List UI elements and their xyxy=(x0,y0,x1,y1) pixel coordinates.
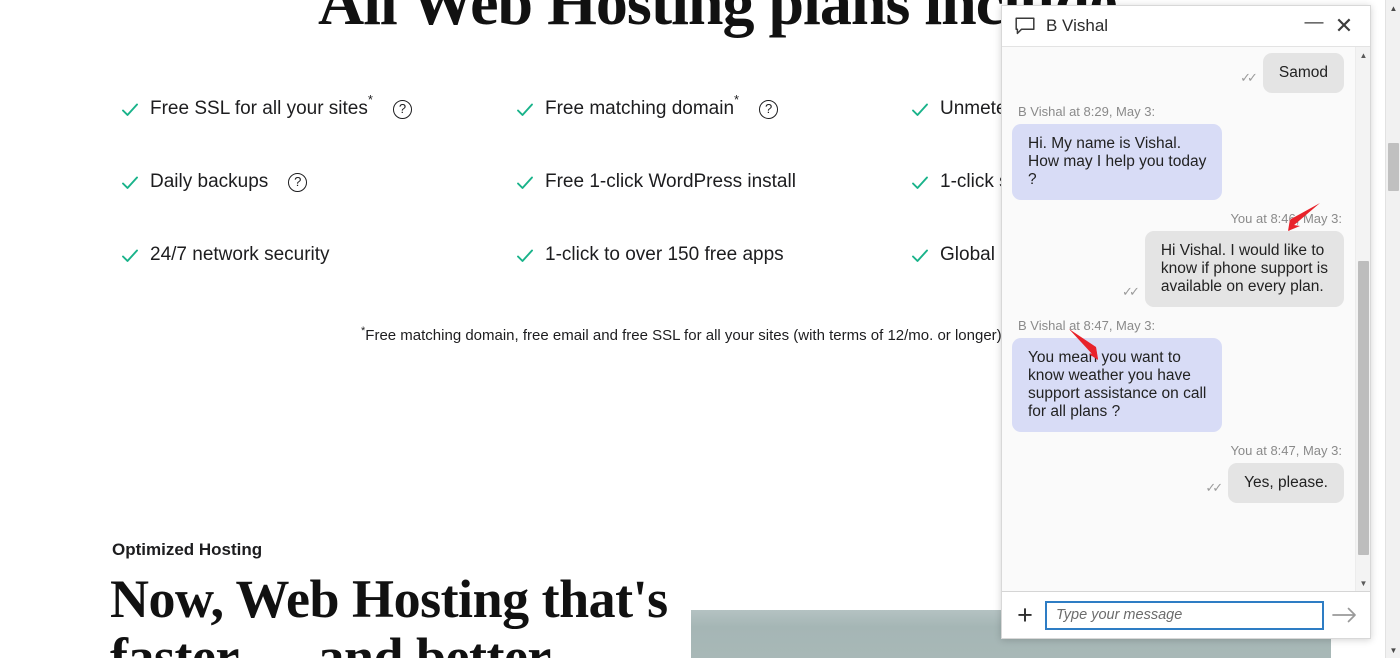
chat-bubble: Yes, please. xyxy=(1228,463,1344,503)
check-icon xyxy=(120,100,140,120)
check-icon xyxy=(120,246,140,266)
feature-label: Free SSL for all your sites* xyxy=(150,91,373,119)
feature-item-free-matching-domain: Free matching domain* ? xyxy=(515,91,779,120)
chat-message-row: Hi. My name is Vishal. How may I help yo… xyxy=(1012,124,1344,200)
feature-item-free-ssl: Free SSL for all your sites* ? xyxy=(120,91,412,120)
message-meta: B Vishal at 8:29, May 3: xyxy=(1018,104,1156,119)
section-heading: Now, Web Hosting that's faster — and bet… xyxy=(110,569,668,658)
section-eyebrow: Optimized Hosting xyxy=(112,540,263,559)
check-icon xyxy=(515,173,535,193)
send-arrow-icon[interactable] xyxy=(1328,598,1362,632)
feature-label: 24/7 network security xyxy=(150,244,330,265)
chat-header: B Vishal — ✕ xyxy=(1002,6,1370,47)
help-icon[interactable]: ? xyxy=(759,100,779,119)
scroll-up-arrow-icon[interactable]: ▲ xyxy=(1386,0,1400,16)
feature-label: Free matching domain* xyxy=(545,91,740,119)
help-icon[interactable]: ? xyxy=(288,173,308,192)
chat-bubble: Samod xyxy=(1262,53,1344,93)
chat-window: B Vishal — ✕ ✓✓ Samod B Vishal at 8:29, … xyxy=(1001,5,1371,639)
close-button[interactable]: ✕ xyxy=(1329,11,1359,41)
footnote-text: *Free matching domain, free email and fr… xyxy=(361,325,1002,344)
chat-message: B Vishal at 8:29, May 3: Hi. My name is … xyxy=(1012,104,1344,200)
help-icon[interactable]: ? xyxy=(392,100,412,119)
chat-bubble: Hi Vishal. I would like to know if phone… xyxy=(1144,231,1344,307)
chat-title: B Vishal xyxy=(1046,16,1109,35)
check-icon xyxy=(120,173,140,193)
chat-bubble: You mean you want to know weather you ha… xyxy=(1012,338,1223,432)
footnote-marker: * xyxy=(734,91,740,107)
chat-scroll-down-arrow-icon[interactable]: ▼ xyxy=(1356,575,1370,591)
chat-message: ✓✓ Samod xyxy=(1012,53,1344,93)
chat-composer: + xyxy=(1002,591,1370,638)
check-icon xyxy=(515,246,535,266)
chat-scroll-up-arrow-icon[interactable]: ▲ xyxy=(1356,47,1370,63)
chat-message-list[interactable]: ✓✓ Samod B Vishal at 8:29, May 3: Hi. My… xyxy=(1002,47,1370,591)
feature-label: 1-click to over 150 free apps xyxy=(545,244,784,265)
chat-message-row: ✓✓ Samod xyxy=(1012,53,1344,93)
chat-message-row: ✓✓ Yes, please. xyxy=(1012,463,1344,503)
feature-item-daily-backups: Daily backups ? xyxy=(120,171,308,193)
chat-message: B Vishal at 8:47, May 3: You mean you wa… xyxy=(1012,318,1344,432)
read-receipt-icon: ✓✓ xyxy=(1205,480,1223,495)
chat-scrollbar-thumb[interactable] xyxy=(1358,261,1369,555)
chat-scrollbar[interactable]: ▲ ▼ xyxy=(1355,47,1370,591)
chat-bubble-icon xyxy=(1015,17,1035,35)
message-meta: You at 8:47, May 3: xyxy=(1230,443,1342,458)
page-title: All Web Hosting plans include xyxy=(318,0,1117,38)
feature-label: Daily backups xyxy=(150,171,269,192)
check-icon xyxy=(910,246,930,266)
footnote-marker: * xyxy=(367,91,373,107)
scroll-down-arrow-icon[interactable]: ▼ xyxy=(1386,642,1400,658)
chat-message: You at 8:46, May 3: ✓✓ Hi Vishal. I woul… xyxy=(1012,211,1344,307)
message-meta: You at 8:46, May 3: xyxy=(1230,211,1342,226)
feature-item-free-apps: 1-click to over 150 free apps xyxy=(515,244,784,266)
minimize-button[interactable]: — xyxy=(1299,11,1329,41)
check-icon xyxy=(910,100,930,120)
feature-item-network-security: 24/7 network security xyxy=(120,244,330,266)
browser-scrollbar[interactable]: ▲ ▼ xyxy=(1385,0,1400,658)
add-attachment-icon[interactable]: + xyxy=(1010,600,1040,630)
chat-bubble: Hi. My name is Vishal. How may I help yo… xyxy=(1012,124,1223,200)
read-receipt-icon: ✓✓ xyxy=(1122,284,1140,299)
read-receipt-icon: ✓✓ xyxy=(1240,70,1258,85)
message-input[interactable] xyxy=(1045,600,1324,630)
message-meta: B Vishal at 8:47, May 3: xyxy=(1018,318,1156,333)
check-icon xyxy=(910,173,930,193)
check-icon xyxy=(515,100,535,120)
browser-scrollbar-thumb[interactable] xyxy=(1388,143,1399,191)
feature-label: Free 1-click WordPress install xyxy=(545,171,796,192)
chat-message-row: ✓✓ Hi Vishal. I would like to know if ph… xyxy=(1012,231,1344,307)
chat-message: You at 8:47, May 3: ✓✓ Yes, please. xyxy=(1012,443,1344,503)
feature-item-wordpress-install: Free 1-click WordPress install xyxy=(515,171,796,193)
chat-message-row: You mean you want to know weather you ha… xyxy=(1012,338,1344,432)
